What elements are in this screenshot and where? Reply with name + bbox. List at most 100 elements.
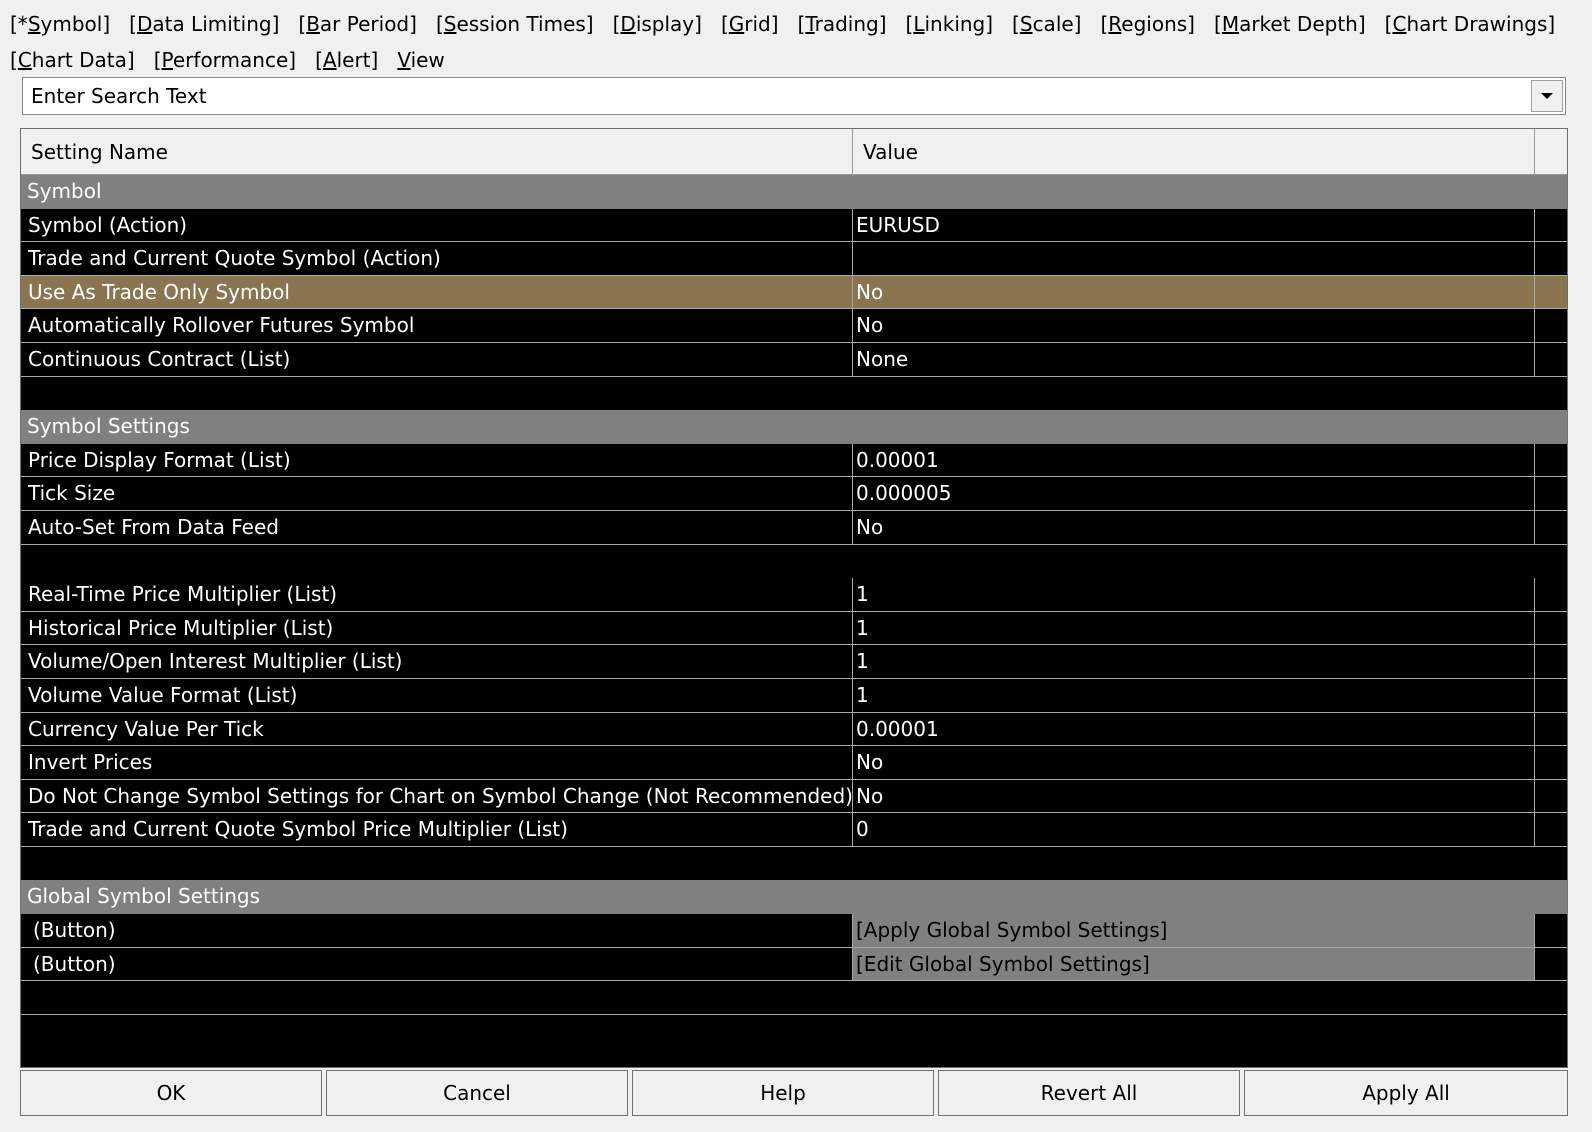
group-header-label: Symbol Settings [27,414,190,439]
setting-name-cell: Do Not Change Symbol Settings for Chart … [21,779,853,813]
setting-name-cell: Volume Value Format (List) [21,678,853,712]
setting-value-cell[interactable]: 1 [853,578,1535,611]
setting-value-cell[interactable]: No [853,309,1535,342]
search-input[interactable] [23,78,1527,114]
tab-accelerator: C [17,48,32,72]
tab-alert[interactable]: [Alert] [315,42,378,78]
tab-accelerator: C [1392,12,1407,36]
setting-value-cell[interactable] [853,242,1535,275]
tab-label: rading] [814,12,887,36]
tab-linking[interactable]: [Linking] [906,6,994,42]
tab-grid[interactable]: [Grid] [721,6,779,42]
setting-value-cell[interactable]: 1 [853,645,1535,678]
tab-accelerator: V [397,48,411,72]
setting-value-cell[interactable]: No [853,275,1535,309]
tab-prefix: [* [10,12,28,36]
tab-accelerator: M [1221,12,1240,36]
setting-value-cell[interactable]: No [853,779,1535,813]
tab-label: cale] [1032,12,1082,36]
tab-trading[interactable]: [Trading] [798,6,887,42]
tab-chart-data[interactable]: [Chart Data] [10,42,135,78]
search-dropdown-button[interactable] [1531,80,1563,112]
tab-label: isplay] [635,12,702,36]
tab-chart-drawings[interactable]: [Chart Drawings] [1385,6,1556,42]
setting-row[interactable]: Price Display Format (List) 0.00001 [21,443,1567,478]
tab-data-limiting[interactable]: [Data Limiting] [129,6,279,42]
setting-value-cell[interactable]: No [853,510,1535,544]
button-row[interactable]: (Button) [Apply Global Symbol Settings] [21,914,1567,948]
setting-value-cell[interactable]: 0 [853,813,1535,846]
search-box [22,77,1566,115]
setting-row[interactable]: Symbol (Action) EURUSD [21,208,1567,243]
apply-all-button[interactable]: Apply All [1244,1070,1568,1116]
tab-scale[interactable]: [Scale] [1012,6,1081,42]
setting-value-cell[interactable]: None [853,342,1535,376]
setting-name-cell: (Button) [21,947,853,981]
setting-name-cell: Symbol (Action) [21,208,853,242]
setting-row[interactable]: Historical Price Multiplier (List) 1 [21,611,1567,646]
tab-label: egions] [1121,12,1195,36]
help-button[interactable]: Help [632,1070,934,1116]
setting-row[interactable]: Trade and Current Quote Symbol Price Mul… [21,813,1567,847]
setting-row[interactable]: Currency Value Per Tick 0.00001 [21,712,1567,747]
group-header-row[interactable]: Symbol Settings [21,410,1567,444]
column-header-setting-name[interactable]: Setting Name [21,129,853,175]
ok-button[interactable]: OK [20,1070,322,1116]
group-header-label: Symbol [27,179,102,203]
group-header-label: Global Symbol Settings [27,884,261,909]
tab-bar-period[interactable]: [Bar Period] [298,6,417,42]
tab-label: lert] [336,48,379,72]
column-header-value[interactable]: Value [853,129,1535,175]
tab-accelerator: S [27,12,41,36]
action-button-cell[interactable]: [Apply Global Symbol Settings] [853,914,1535,947]
setting-row[interactable]: Trade and Current Quote Symbol (Action) [21,242,1567,276]
setting-value-cell[interactable]: 1 [853,611,1535,645]
tab-prefix: [ [129,12,137,36]
setting-row[interactable]: Do Not Change Symbol Settings for Chart … [21,779,1567,814]
tab-accelerator: L [913,12,925,36]
setting-row[interactable]: Automatically Rollover Futures Symbol No [21,309,1567,343]
setting-value-cell[interactable]: EURUSD [853,208,1535,242]
blank-row [21,847,1567,881]
settings-grid: Setting Name Value Symbol Symbol (Action)… [20,128,1568,1068]
setting-name-cell: Tick Size [21,477,853,510]
group-header-row[interactable]: Symbol [21,175,1567,209]
tab-accelerator: S [443,12,457,36]
setting-value-cell[interactable]: 0.000005 [853,477,1535,510]
setting-row[interactable]: Volume/Open Interest Multiplier (List) 1 [21,645,1567,679]
setting-row[interactable]: Real-Time Price Multiplier (List) 1 [21,578,1567,612]
tab-accelerator: B [306,12,320,36]
action-button-cell[interactable]: [Edit Global Symbol Settings] [853,947,1535,981]
cancel-button[interactable]: Cancel [326,1070,628,1116]
setting-row[interactable]: Auto-Set From Data Feed No [21,510,1567,545]
setting-row[interactable]: Continuous Contract (List) None [21,342,1567,377]
tab-prefix: [ [1214,12,1222,36]
tab-accelerator: S [1019,12,1033,36]
dialog-button-bar: OK Cancel Help Revert All Apply All [20,1070,1568,1116]
tab-view[interactable]: View [397,42,444,78]
setting-value-cell[interactable]: 1 [853,678,1535,712]
tab-accelerator: T [805,12,815,36]
setting-value-cell[interactable]: No [853,746,1535,779]
setting-name-cell: Historical Price Multiplier (List) [21,611,853,645]
group-header-row[interactable]: Global Symbol Settings [21,880,1567,915]
button-row[interactable]: (Button) [Edit Global Symbol Settings] [21,947,1567,982]
tab-market-depth[interactable]: [Market Depth] [1214,6,1366,42]
blank-row [21,1015,1567,1049]
tab-regions[interactable]: [Regions] [1100,6,1195,42]
tab-session-times[interactable]: [Session Times] [436,6,594,42]
setting-row[interactable]: Tick Size 0.000005 [21,477,1567,511]
tab-symbol[interactable]: [*Symbol] [10,6,110,42]
setting-value-cell[interactable]: 0.00001 [853,712,1535,746]
tab-accelerator: D [136,12,153,36]
blank-row [21,545,1567,579]
setting-row[interactable]: Use As Trade Only Symbol No [21,275,1567,310]
setting-row[interactable]: Invert Prices No [21,746,1567,780]
tab-accelerator: D [620,12,636,36]
setting-row[interactable]: Volume Value Format (List) 1 [21,678,1567,713]
tab-performance[interactable]: [Performance] [154,42,296,78]
tab-display[interactable]: [Display] [613,6,702,42]
setting-name-cell: Auto-Set From Data Feed [21,510,853,544]
setting-value-cell[interactable]: 0.00001 [853,443,1535,477]
revert-all-button[interactable]: Revert All [938,1070,1240,1116]
